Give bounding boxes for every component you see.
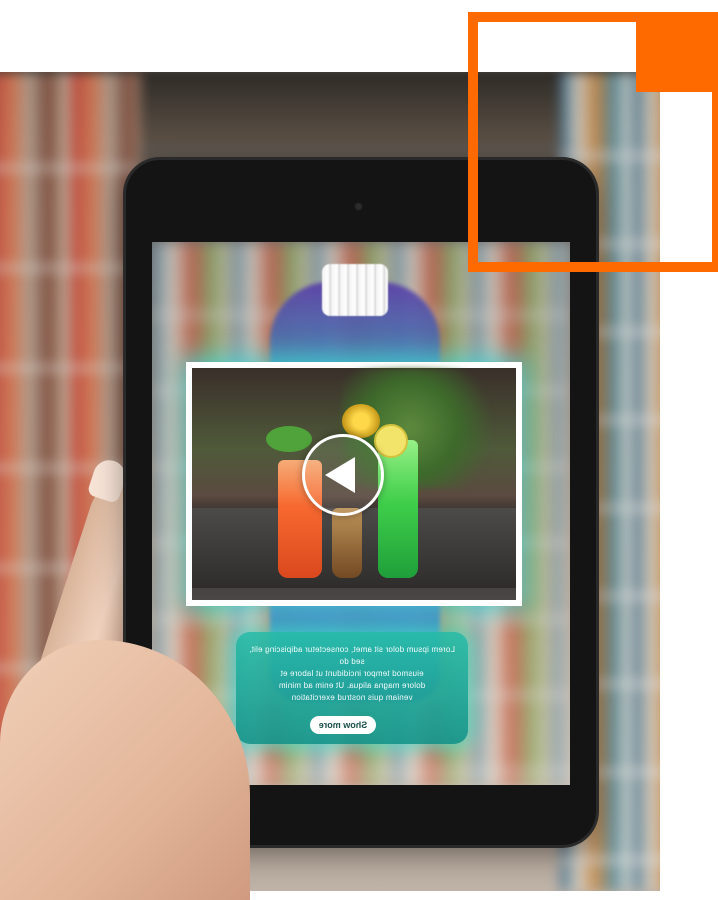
show-more-button[interactable]: Show more <box>310 716 376 734</box>
ar-info-card: Lorem ipsum dolor sit amet, consectetur … <box>236 632 468 744</box>
flower-garnish <box>342 404 380 438</box>
bottle-cap <box>322 264 388 316</box>
green-drink-glass <box>378 440 418 578</box>
camera-icon <box>354 202 363 211</box>
ar-shopping-scene: Lorem ipsum dolor sit amet, consectetur … <box>0 0 718 900</box>
ar-video-card[interactable] <box>186 362 522 606</box>
play-icon <box>325 457 355 493</box>
amber-drink-glass <box>332 508 362 578</box>
play-button[interactable] <box>302 434 384 516</box>
mint-garnish <box>266 426 312 452</box>
lemon-garnish <box>374 424 408 458</box>
decorative-orange-block <box>636 12 712 92</box>
info-card-text: Lorem ipsum dolor sit amet, consectetur … <box>249 645 455 702</box>
